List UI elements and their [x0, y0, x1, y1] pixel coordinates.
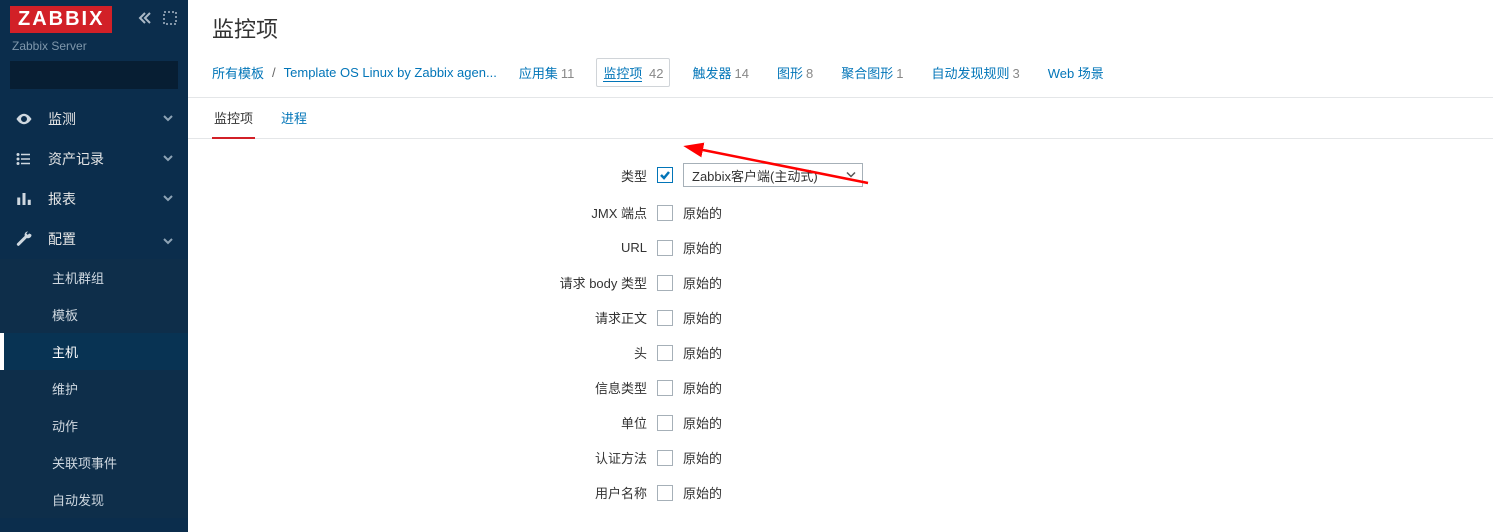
subnav-actions[interactable]: 动作 — [0, 407, 188, 444]
subnav-maintenance[interactable]: 维护 — [0, 370, 188, 407]
subnav-correlation[interactable]: 关联项事件 — [0, 444, 188, 481]
label-type: 类型 — [212, 166, 657, 185]
chevron-down-icon — [162, 152, 174, 167]
select-type-value: Zabbix客户端(主动式) — [692, 166, 818, 185]
nav-item-inventory[interactable]: 资产记录 — [0, 139, 188, 179]
sidebar-header: ZABBIX — [0, 0, 188, 37]
chevron-up-icon — [162, 232, 174, 247]
subnav-hosts[interactable]: 主机 — [0, 333, 188, 370]
tab-web-scenarios[interactable]: Web 场景 — [1042, 59, 1110, 86]
collapse-icon[interactable] — [136, 10, 152, 29]
label-headers: 头 — [212, 343, 657, 362]
value-info-type: 原始的 — [683, 378, 722, 397]
tab-items[interactable]: 监控项 42 — [596, 58, 670, 87]
checkbox-body[interactable] — [657, 310, 673, 326]
chevron-down-icon — [846, 168, 856, 183]
nav-item-reports[interactable]: 报表 — [0, 179, 188, 219]
tab-discovery-rules[interactable]: 自动发现规则3 — [925, 59, 1025, 86]
nav-item-configuration[interactable]: 配置 — [0, 219, 188, 259]
label-body: 请求正文 — [212, 308, 657, 327]
nav-label: 监测 — [48, 109, 162, 129]
checkbox-units[interactable] — [657, 415, 673, 431]
value-body: 原始的 — [683, 308, 722, 327]
row-info-type: 信息类型 原始的 — [212, 378, 1469, 397]
checkbox-headers[interactable] — [657, 345, 673, 361]
label-url: URL — [212, 240, 657, 255]
label-username: 用户名称 — [212, 483, 657, 502]
value-username: 原始的 — [683, 483, 722, 502]
label-info-type: 信息类型 — [212, 378, 657, 397]
row-type: 类型 Zabbix客户端(主动式) — [212, 163, 1469, 187]
value-body-type: 原始的 — [683, 273, 722, 292]
form-area: 类型 Zabbix客户端(主动式) JMX 端点 原始的 URL 原始的 — [188, 139, 1493, 532]
page-title: 监控项 — [188, 0, 1493, 52]
subnav-configuration: 主机群组 模板 主机 维护 动作 关联项事件 自动发现 — [0, 259, 188, 518]
row-username: 用户名称 原始的 — [212, 483, 1469, 502]
chevron-down-icon — [162, 112, 174, 127]
value-url: 原始的 — [683, 238, 722, 257]
search-box[interactable] — [10, 61, 178, 89]
fullscreen-icon[interactable] — [162, 10, 178, 29]
subnav-discovery[interactable]: 自动发现 — [0, 481, 188, 518]
checkbox-info-type[interactable] — [657, 380, 673, 396]
breadcrumb-root[interactable]: 所有模板 — [212, 63, 264, 82]
list-icon — [14, 150, 34, 168]
row-auth: 认证方法 原始的 — [212, 448, 1469, 467]
breadcrumb-sep: / — [272, 65, 276, 80]
value-headers: 原始的 — [683, 343, 722, 362]
tab-applications[interactable]: 应用集11 — [513, 59, 581, 86]
select-type[interactable]: Zabbix客户端(主动式) — [683, 163, 863, 187]
subnav-host-groups[interactable]: 主机群组 — [0, 259, 188, 296]
server-name: Zabbix Server — [0, 37, 188, 61]
nav-label: 配置 — [48, 229, 162, 249]
checkbox-username[interactable] — [657, 485, 673, 501]
value-units: 原始的 — [683, 413, 722, 432]
subnav-templates[interactable]: 模板 — [0, 296, 188, 333]
checkbox-body-type[interactable] — [657, 275, 673, 291]
nav-label: 报表 — [48, 189, 162, 209]
label-units: 单位 — [212, 413, 657, 432]
search-input[interactable] — [19, 68, 195, 83]
breadcrumb-template[interactable]: Template OS Linux by Zabbix agen... — [284, 65, 497, 80]
sidebar: ZABBIX Zabbix Server — [0, 0, 188, 532]
tab-triggers[interactable]: 触发器14 — [686, 59, 754, 86]
subtab-item[interactable]: 监控项 — [212, 98, 255, 139]
checkbox-url[interactable] — [657, 240, 673, 256]
checkbox-auth[interactable] — [657, 450, 673, 466]
nav-item-monitoring[interactable]: 监测 — [0, 99, 188, 139]
checkbox-type[interactable] — [657, 167, 673, 183]
chevron-down-icon — [162, 192, 174, 207]
breadcrumb-row: 所有模板 / Template OS Linux by Zabbix agen.… — [188, 52, 1493, 97]
row-headers: 头 原始的 — [212, 343, 1469, 362]
nav: 监测 资产记录 报表 配置 主机群组 模 — [0, 99, 188, 518]
subtabs: 监控项 进程 — [188, 97, 1493, 139]
tab-screens[interactable]: 聚合图形1 — [835, 59, 909, 86]
row-body-type: 请求 body 类型 原始的 — [212, 273, 1469, 292]
checkbox-jmx[interactable] — [657, 205, 673, 221]
value-auth: 原始的 — [683, 448, 722, 467]
eye-icon — [14, 110, 34, 128]
row-body: 请求正文 原始的 — [212, 308, 1469, 327]
subtab-process[interactable]: 进程 — [279, 98, 309, 138]
value-jmx: 原始的 — [683, 203, 722, 222]
chart-icon — [14, 190, 34, 208]
main-content: 监控项 所有模板 / Template OS Linux by Zabbix a… — [188, 0, 1493, 532]
label-auth: 认证方法 — [212, 448, 657, 467]
label-jmx: JMX 端点 — [212, 203, 657, 222]
tab-graphs[interactable]: 图形8 — [771, 59, 819, 86]
row-jmx-endpoint: JMX 端点 原始的 — [212, 203, 1469, 222]
logo: ZABBIX — [10, 6, 112, 33]
wrench-icon — [14, 230, 34, 248]
row-url: URL 原始的 — [212, 238, 1469, 257]
nav-label: 资产记录 — [48, 149, 162, 169]
row-units: 单位 原始的 — [212, 413, 1469, 432]
label-body-type: 请求 body 类型 — [212, 273, 657, 292]
